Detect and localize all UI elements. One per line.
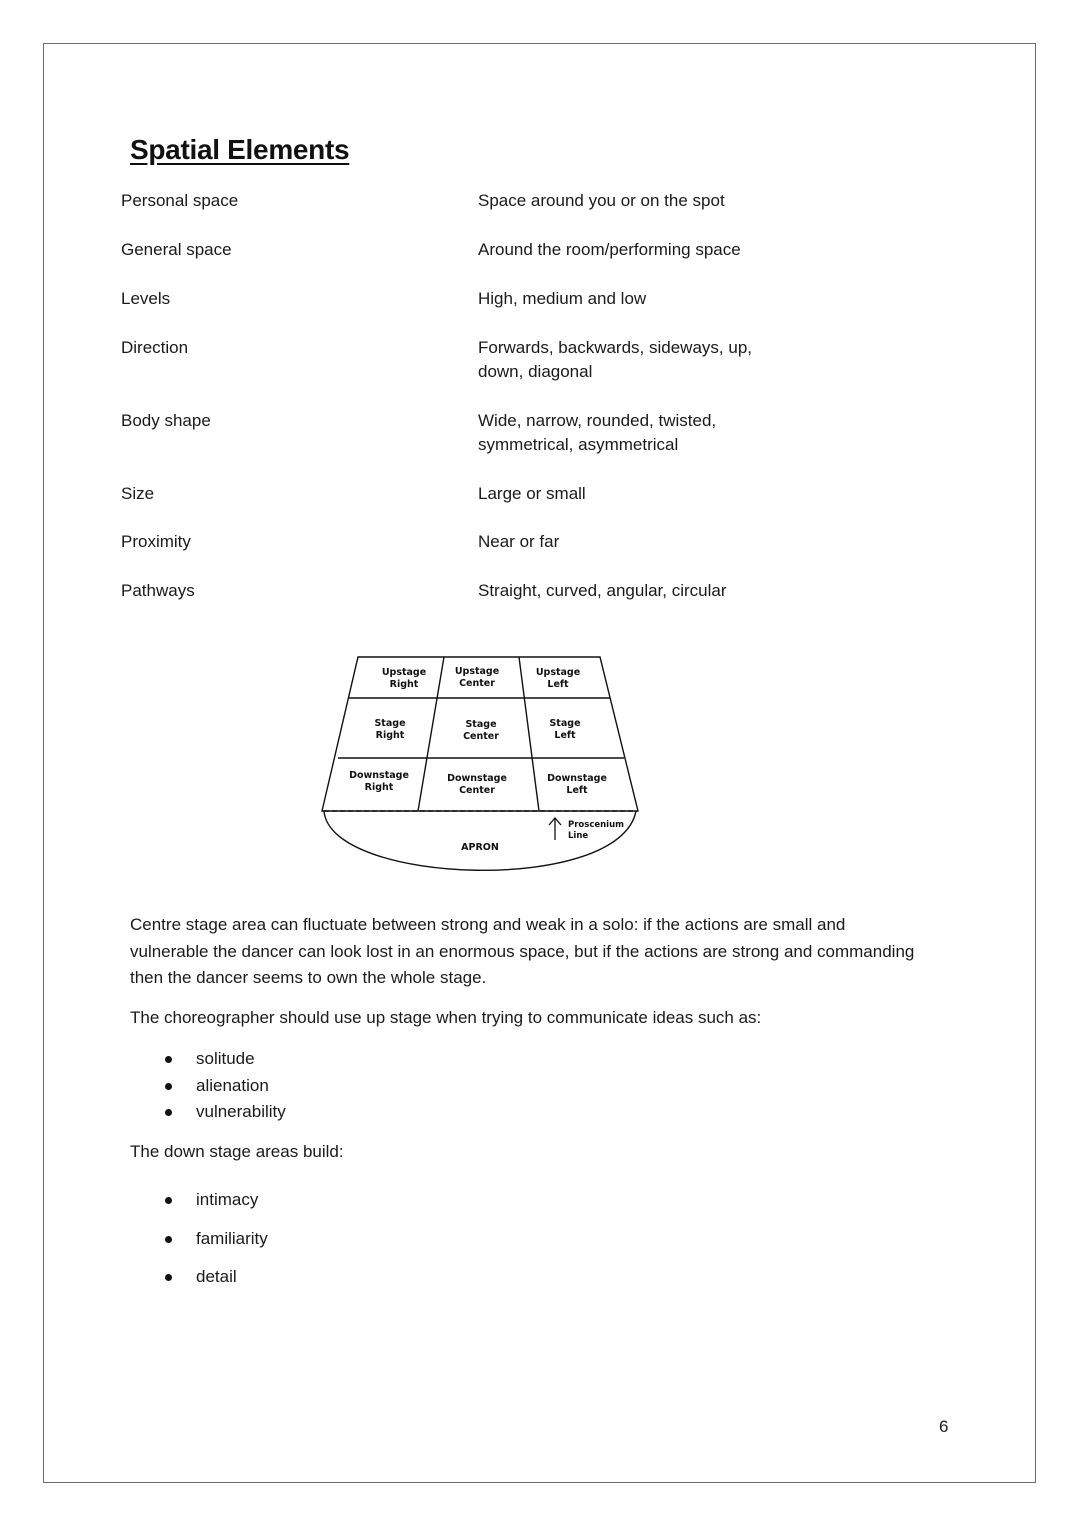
definition-direction: Forwards, backwards, sideways, up, down,… (478, 338, 752, 381)
definition-levels: High, medium and low (478, 289, 647, 308)
stage-divider-left-column (417, 656, 445, 812)
list-item: detail (160, 1258, 268, 1297)
svg-text:StageCenter: Stage Center (463, 719, 499, 742)
area-upstage-left-1: Upstage (536, 667, 580, 678)
area-stage-center-2: Center (463, 731, 499, 742)
centre-stage-paragraph: Centre stage area can fluctuate between … (130, 915, 915, 987)
area-stage-left-2: Left (554, 730, 576, 741)
area-stage-right-1: Stage (374, 718, 405, 729)
area-downstage-left-1: Downstage (547, 773, 607, 784)
svg-text:DownstageRight: Downstage Right (349, 770, 409, 793)
svg-text:StageRight: Stage Right (374, 718, 405, 741)
term-direction: Direction (121, 338, 189, 357)
definition-pathways: Straight, curved, angular, circular (478, 581, 727, 600)
area-stage-center-1: Stage (465, 719, 496, 730)
area-upstage-center-2: Center (459, 678, 495, 689)
up-stage-ideas-list: solitude alienation vulnerability (160, 1046, 286, 1126)
area-downstage-right-1: Downstage (349, 770, 409, 781)
list-item: familiarity (160, 1220, 268, 1259)
list-item: vulnerability (160, 1099, 286, 1126)
definition-personal-space: Space around you or on the spot (478, 191, 725, 210)
down-stage-intro: The down stage areas build: (130, 1142, 344, 1161)
list-item: alienation (160, 1073, 286, 1100)
stage-areas-diagram: Upstage Right Upstage Center Upstage Left S… (321, 656, 639, 871)
definition-size: Large or small (478, 484, 586, 503)
up-stage-intro: The choreographer should use up stage wh… (130, 1008, 762, 1027)
area-upstage-left-2: Left (547, 679, 569, 690)
page-number: 6 (939, 1417, 949, 1436)
apron-label: APRON (461, 842, 499, 853)
area-downstage-right-2: Right (365, 782, 394, 793)
term-personal-space: Personal space (121, 191, 239, 210)
svg-text:DownstageCenter: Downstage Center (447, 773, 507, 796)
term-proximity: Proximity (121, 532, 191, 551)
svg-text:UpstageCenter: Upstage Center (455, 666, 499, 689)
svg-text:UpstageRight: Upstage Right (382, 667, 426, 690)
stage-divider-right-column (518, 656, 540, 812)
definition-general-space: Around the room/performing space (478, 240, 741, 259)
area-downstage-center-1: Downstage (447, 773, 507, 784)
area-upstage-center-1: Upstage (455, 666, 499, 677)
area-downstage-left-2: Left (566, 785, 588, 796)
list-item: intimacy (160, 1181, 268, 1220)
area-upstage-right-1: Upstage (382, 667, 426, 678)
svg-text:ProsceniumLine: Proscenium Line (568, 820, 624, 841)
proscenium-label-1: Proscenium (568, 820, 624, 830)
term-general-space: General space (121, 240, 232, 259)
definition-proximity: Near or far (478, 532, 560, 551)
term-body-shape: Body shape (121, 411, 211, 430)
list-item: solitude (160, 1046, 286, 1073)
term-pathways: Pathways (121, 581, 195, 600)
svg-text:UpstageLeft: Upstage Left (536, 667, 580, 690)
area-stage-right-2: Right (376, 730, 405, 741)
svg-text:StageLeft: Stage Left (549, 718, 580, 741)
term-levels: Levels (121, 289, 171, 308)
definition-body-shape: Wide, narrow, rounded, twisted, symmetri… (478, 411, 717, 454)
term-size: Size (121, 484, 155, 503)
arrow-up-icon (548, 817, 562, 840)
area-upstage-right-2: Right (390, 679, 419, 690)
page-title: Spatial Elements (130, 134, 350, 165)
svg-text:DownstageLeft: Downstage Left (547, 773, 607, 796)
proscenium-label-2: Line (568, 831, 588, 841)
down-stage-builds-list: intimacy familiarity detail (160, 1181, 268, 1297)
area-downstage-center-2: Center (459, 785, 495, 796)
area-stage-left-1: Stage (549, 718, 580, 729)
